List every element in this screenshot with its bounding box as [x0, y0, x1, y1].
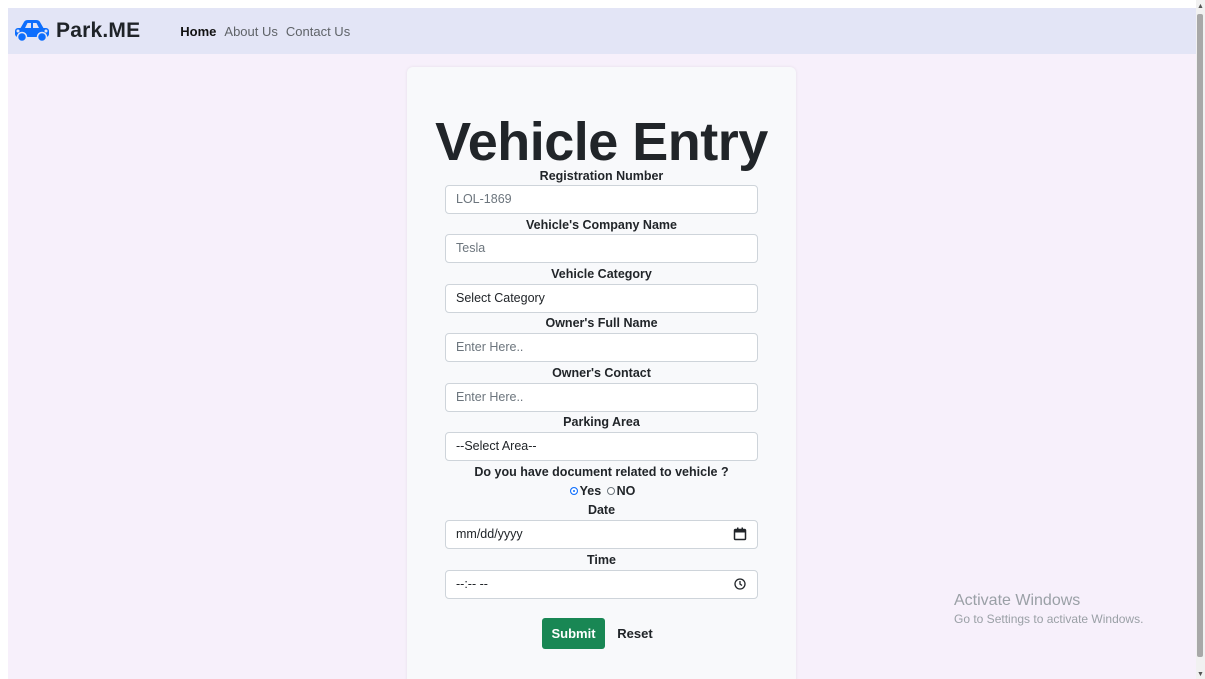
nav-link-home[interactable]: Home	[180, 24, 216, 39]
vertical-scrollbar[interactable]: ▲ ▼	[1196, 0, 1205, 679]
submit-button[interactable]: Submit	[542, 618, 605, 649]
owner-contact-input[interactable]: Enter Here..	[445, 383, 758, 412]
nav-link-contact[interactable]: Contact Us	[286, 24, 350, 39]
activate-windows-watermark: Activate Windows Go to Settings to activ…	[954, 591, 1143, 627]
calendar-icon[interactable]	[733, 527, 747, 541]
category-label: Vehicle Category	[551, 267, 652, 281]
document-question: Do you have document related to vehicle …	[474, 465, 729, 479]
company-label: Vehicle's Company Name	[526, 218, 677, 232]
date-value: mm/dd/yyyy	[456, 527, 523, 541]
scroll-thumb[interactable]	[1197, 14, 1203, 657]
company-input[interactable]: Tesla	[445, 234, 758, 263]
registration-input[interactable]: LOL-1869	[445, 185, 758, 214]
time-value: --:-- --	[456, 577, 488, 591]
watermark-title: Activate Windows	[954, 592, 1081, 609]
document-yes-radio[interactable]	[569, 486, 578, 495]
parking-area-label: Parking Area	[563, 415, 640, 429]
scroll-up-arrow-icon[interactable]: ▲	[1196, 3, 1205, 11]
owner-name-input[interactable]: Enter Here..	[445, 333, 758, 362]
registration-label: Registration Number	[539, 169, 664, 183]
document-radio-group: Yes NO	[445, 483, 758, 499]
vehicle-entry-card: Vehicle Entry Registration Number LOL-18…	[407, 67, 796, 679]
owner-name-label: Owner's Full Name	[545, 316, 658, 330]
category-select[interactable]: Select Category	[445, 284, 758, 313]
document-no-radio[interactable]	[606, 486, 615, 495]
parking-area-select[interactable]: --Select Area--	[445, 432, 758, 461]
date-input[interactable]: mm/dd/yyyy	[445, 520, 758, 549]
page: Park.ME Home About Us Contact Us Vehicle…	[8, 8, 1196, 679]
watermark-subtitle: Go to Settings to activate Windows.	[954, 612, 1144, 626]
nav-link-about[interactable]: About Us	[224, 24, 277, 39]
time-label: Time	[587, 553, 616, 567]
scroll-down-arrow-icon[interactable]: ▼	[1196, 671, 1205, 679]
brand[interactable]: Park.ME	[14, 19, 140, 43]
car-icon	[15, 20, 49, 43]
date-label: Date	[587, 503, 616, 517]
document-yes-label[interactable]: Yes	[580, 484, 602, 498]
navbar: Park.ME Home About Us Contact Us	[8, 8, 1196, 54]
page-title: Vehicle Entry	[435, 112, 768, 172]
clock-icon[interactable]	[733, 577, 747, 591]
document-no-label[interactable]: NO	[617, 484, 636, 498]
brand-name: Park.ME	[56, 19, 141, 42]
owner-contact-label: Owner's Contact	[552, 366, 651, 380]
time-input[interactable]: --:-- --	[445, 570, 758, 599]
reset-button[interactable]: Reset	[612, 618, 658, 649]
nav-links: Home About Us Contact Us	[180, 24, 358, 39]
